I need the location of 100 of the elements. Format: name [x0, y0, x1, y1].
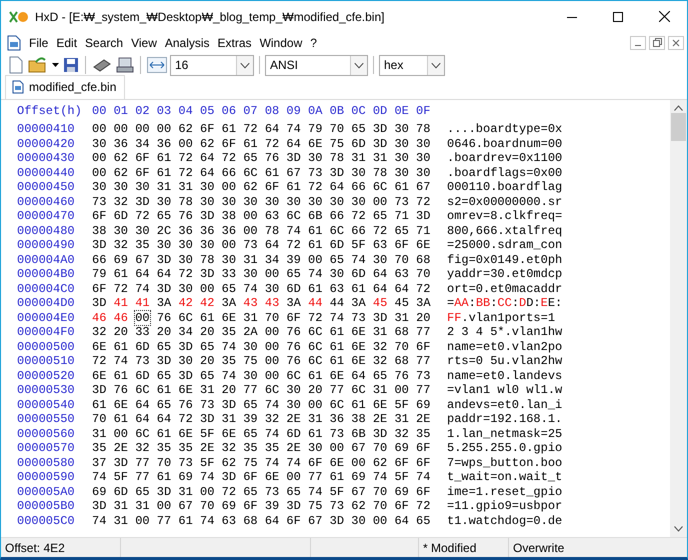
column-header: 00 01 02 03 04 05 06 07 08 09 0A 0B 0C 0D 0E 0F — [92, 104, 432, 120]
hex-line: 3D 76 6C 61 6E 31 20 77 6C 30 20 77 6C 31 00 77 — [92, 383, 430, 397]
text-line: s2=0x00000000.sr — [447, 194, 562, 209]
text-line: 800,666.xtalfreq — [447, 224, 562, 238]
menu-item[interactable]: File — [25, 32, 52, 52]
text-line: andevs=et0.lan_i — [447, 398, 562, 412]
hex-line: 70 61 64 64 72 3D 31 39 32 2E 31 36 38 2E 31 2E — [92, 412, 430, 426]
text-line: yaddr=30.et0mdcp — [447, 267, 562, 282]
text-line: rts=0 5u.vlan2hw — [447, 354, 562, 368]
hex-line: 00 62 6F 61 72 64 66 6C 61 67 73 3D 30 78 30 30 — [92, 166, 430, 180]
chevron-icon[interactable] — [427, 56, 444, 74]
scroll-down-icon[interactable] — [674, 526, 683, 532]
offset-label: 000005B0 — [17, 499, 76, 514]
text-line: 1.lan_netmask=25 — [447, 426, 562, 441]
child-minimize-button[interactable] — [630, 36, 646, 50]
offset-label: 00000460 — [17, 194, 76, 209]
offset-label: 00000500 — [17, 340, 76, 354]
text-line: =11.gpio9=usbpor — [447, 499, 562, 514]
menu-item[interactable]: Extras — [214, 32, 256, 52]
offset-label: 000005A0 — [17, 484, 76, 499]
text-line: ....boardtype=0x — [447, 122, 562, 136]
text-line: fig=0x0149.et0ph — [447, 252, 562, 267]
text-line: 2 3 4 5*.vlan1hw — [447, 325, 562, 340]
text-line: t_wait=on.wait_t — [447, 470, 562, 484]
hex-line: 31 00 6C 61 6E 5F 6E 65 74 6D 61 73 6B 3D 32 35 — [92, 426, 430, 440]
mode-status: Overwrite — [512, 540, 566, 557]
offset-label: 00000540 — [17, 398, 76, 412]
hex-line: 32 20 33 20 34 20 35 2A 00 76 6C 61 6E 31 68 77 — [92, 325, 430, 339]
text-line: 7=wps_button.boo — [447, 456, 562, 470]
offset-label: 00000560 — [17, 426, 76, 441]
offset-label: 00000420 — [17, 136, 76, 151]
hex-line: 6E 61 6D 65 3D 65 74 30 00 6C 61 6E 64 65 76 73 — [92, 368, 430, 382]
maximize-icon[interactable] — [613, 12, 623, 22]
text-line: 000110.boardflag — [447, 180, 562, 194]
offset-header: Offset(h) — [17, 104, 83, 120]
hex-line: 61 6E 64 65 76 73 3D 65 74 30 00 6C 61 6E 5F 69 — [92, 398, 430, 412]
offset-label: 00000450 — [17, 180, 76, 194]
offset-status: Offset: 4E2 — [1, 538, 121, 557]
scrollbar-thumb[interactable] — [671, 113, 686, 141]
hex-line: 3D 31 31 00 67 70 69 6F 39 3D 75 73 62 70 6F 72 — [92, 499, 430, 513]
hex-line: 6F 72 74 3D 30 00 65 74 30 6D 61 63 61 64 64 72 — [92, 282, 430, 296]
menu-item[interactable]: Edit — [52, 32, 82, 52]
scroll-up-icon[interactable] — [674, 105, 683, 111]
chevron-icon[interactable] — [236, 56, 253, 74]
caret-icon[interactable] — [51, 61, 60, 69]
text-line: =vlan1 wl0 wl1.w — [447, 383, 562, 398]
hex-line: 30 36 34 36 00 62 6F 61 72 64 6E 75 6D 3D 30 30 — [92, 136, 430, 150]
text-line: FF.vlan1ports=1 — [447, 310, 556, 325]
offset-label: 00000550 — [17, 412, 76, 426]
text-line: =25000.sdram_con — [447, 238, 562, 252]
hex-line: 6E 61 6D 65 3D 65 74 30 00 76 6C 61 6E 32 70 6F — [92, 340, 430, 354]
app-logo-icon — [9, 10, 29, 24]
offset-base-select[interactable]: hex — [379, 54, 445, 76]
text-line: 5.255.255.0.gpio — [447, 441, 562, 456]
new-file-icon[interactable] — [7, 55, 25, 75]
hex-line: 74 5F 77 61 69 74 3D 6F 6E 00 77 61 69 74 5F 74 — [92, 470, 430, 484]
offset-label: 00000480 — [17, 224, 76, 238]
text-line: .boardflags=0x00 — [447, 166, 562, 180]
menu-item[interactable]: Analysis — [160, 32, 214, 52]
modified-status: * Modified — [419, 538, 509, 557]
hex-line: 66 69 67 3D 30 78 30 31 34 39 00 65 74 30 70 68 — [92, 252, 430, 266]
text-line: =AA:BB:CC:DD:EE: — [447, 296, 562, 310]
offset-label: 000005C0 — [17, 514, 76, 528]
hex-line: 35 2E 32 35 35 2E 32 35 35 2E 30 00 67 70 69 6F — [92, 441, 430, 455]
child-restore-button[interactable] — [649, 36, 665, 50]
menu-item[interactable]: Window — [256, 32, 306, 52]
close-icon — [672, 38, 680, 46]
child-close-button[interactable] — [668, 36, 684, 50]
text-line: ime=1.reset_gpio — [447, 484, 562, 499]
chevron-icon[interactable] — [350, 56, 367, 74]
save-icon[interactable] — [62, 56, 80, 74]
hex-line: 30 30 30 31 31 30 00 62 6F 61 72 64 66 6C 61 67 — [92, 180, 430, 194]
offset-label: 00000580 — [17, 456, 76, 470]
offset-label: 000004D0 — [17, 296, 76, 310]
offset-label: 00000470 — [17, 209, 76, 224]
text-line: omrev=8.clkfreq= — [447, 209, 562, 224]
text-line: .boardrev=0x1100 — [447, 151, 562, 166]
minimize-icon — [635, 45, 641, 46]
bytes-per-row-select[interactable]: 16 — [170, 54, 254, 76]
hex-line: 74 31 00 77 61 74 63 68 64 6F 67 3D 30 00 64 65 — [92, 514, 430, 528]
column-width-icon[interactable] — [146, 56, 168, 74]
offset-label: 000004A0 — [17, 252, 76, 267]
offset-label: 00000440 — [17, 166, 76, 180]
offset-label: 00000520 — [17, 368, 76, 383]
menu-item[interactable]: View — [127, 32, 161, 52]
menu-item[interactable]: ? — [306, 32, 321, 52]
menu-item[interactable]: Search — [81, 32, 128, 52]
hex-line: 3D 41 41 3A 42 42 3A 43 43 3A 44 44 3A 45 45 3A — [92, 296, 431, 310]
offset-label: 000004B0 — [17, 267, 76, 282]
text-line: paddr=192.168.1. — [447, 412, 562, 426]
offset-label: 00000590 — [17, 470, 76, 484]
text-line: 0646.boardnum=00 — [447, 136, 562, 151]
hex-line: 6F 6D 72 65 76 3D 38 00 63 6C 6B 66 72 65 71 3D — [92, 209, 430, 223]
hex-line: 00 62 6F 61 72 64 72 65 76 3D 30 78 31 31 30 30 — [92, 151, 430, 165]
hex-line: 72 74 73 3D 30 20 35 75 00 76 6C 61 6E 32 68 77 — [92, 354, 430, 368]
close-icon[interactable] — [658, 11, 670, 22]
document-icon — [12, 80, 24, 94]
charset-select[interactable]: ANSI — [265, 54, 368, 76]
offset-label: 00000530 — [17, 383, 76, 398]
offset-label: 00000570 — [17, 441, 76, 456]
